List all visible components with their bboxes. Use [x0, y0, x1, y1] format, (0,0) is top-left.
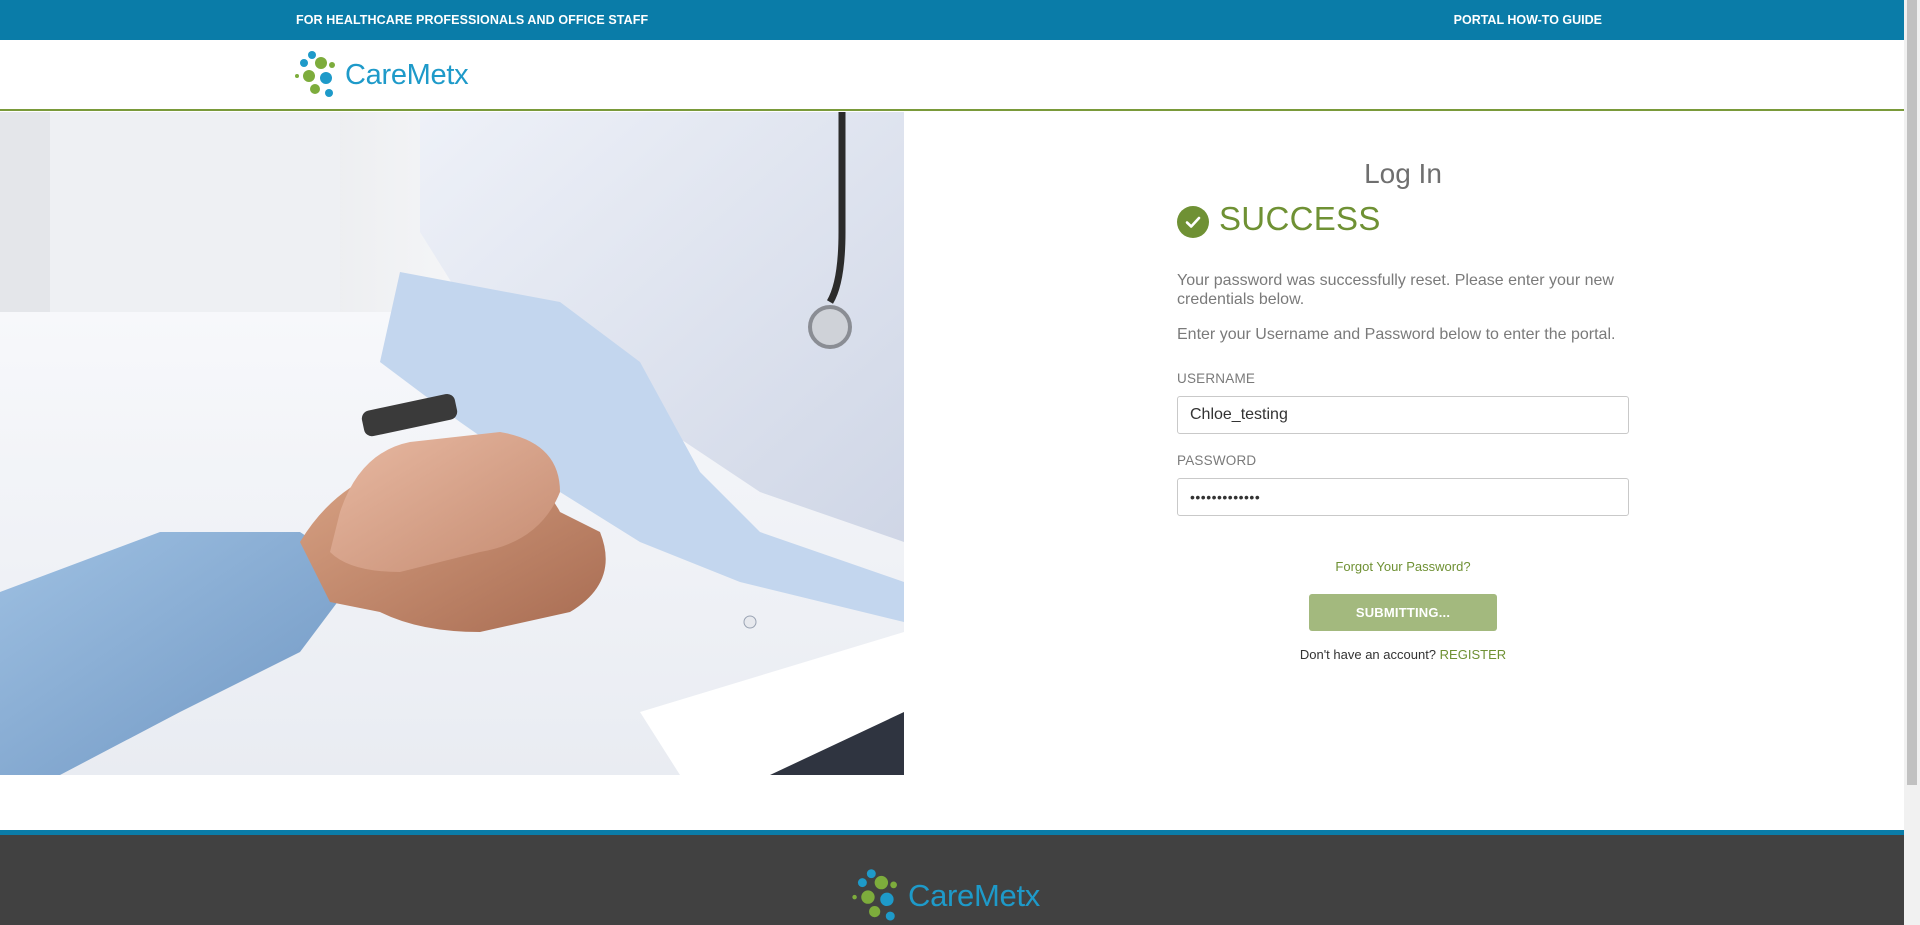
footer-logo-wordmark: CareMetx [908, 878, 1040, 913]
check-circle-icon [1177, 206, 1209, 238]
hero-image [0, 112, 904, 775]
page-scrollbar[interactable] [1904, 0, 1920, 925]
site-footer: CareMetx [0, 830, 1904, 925]
password-input[interactable]: ••••••••••••• [1177, 478, 1629, 516]
success-label: SUCCESS [1219, 200, 1381, 237]
register-link[interactable]: REGISTER [1440, 647, 1506, 662]
register-line: Don't have an account? REGISTER [1177, 647, 1629, 662]
username-label: USERNAME [1177, 371, 1256, 386]
logo-dots-icon [295, 51, 335, 97]
logo-wordmark: CareMetx [345, 58, 469, 91]
login-title: Log In [1364, 158, 1442, 189]
audience-label: FOR HEALTHCARE PROFESSIONALS AND OFFICE … [296, 13, 649, 27]
footer-logo[interactable]: CareMetx [852, 867, 1040, 925]
no-account-text: Don't have an account? [1299, 647, 1437, 662]
scrollbar-thumb[interactable] [1907, 0, 1917, 785]
doctor-patient-hands-image [0, 112, 904, 775]
username-input[interactable]: Chloe_testing [1177, 396, 1629, 434]
portal-guide-link[interactable]: PORTAL HOW-TO GUIDE [1454, 13, 1602, 27]
success-status: SUCCESS [1177, 200, 1381, 238]
forgot-password-link[interactable]: Forgot Your Password? [1177, 559, 1629, 574]
site-header: CareMetx [0, 40, 1904, 111]
password-label: PASSWORD [1177, 453, 1257, 468]
footer-logo-dots-icon [852, 869, 897, 921]
instruction-message: Enter your Username and Password below t… [1177, 326, 1616, 343]
viewport: FOR HEALTHCARE PROFESSIONALS AND OFFICE … [0, 0, 1904, 925]
reset-message: Your password was successfully reset. Pl… [1177, 272, 1614, 308]
submit-button[interactable]: SUBMITTING... [1309, 594, 1497, 631]
top-bar: FOR HEALTHCARE PROFESSIONALS AND OFFICE … [0, 0, 1904, 40]
caremetx-logo[interactable]: CareMetx [295, 49, 469, 101]
